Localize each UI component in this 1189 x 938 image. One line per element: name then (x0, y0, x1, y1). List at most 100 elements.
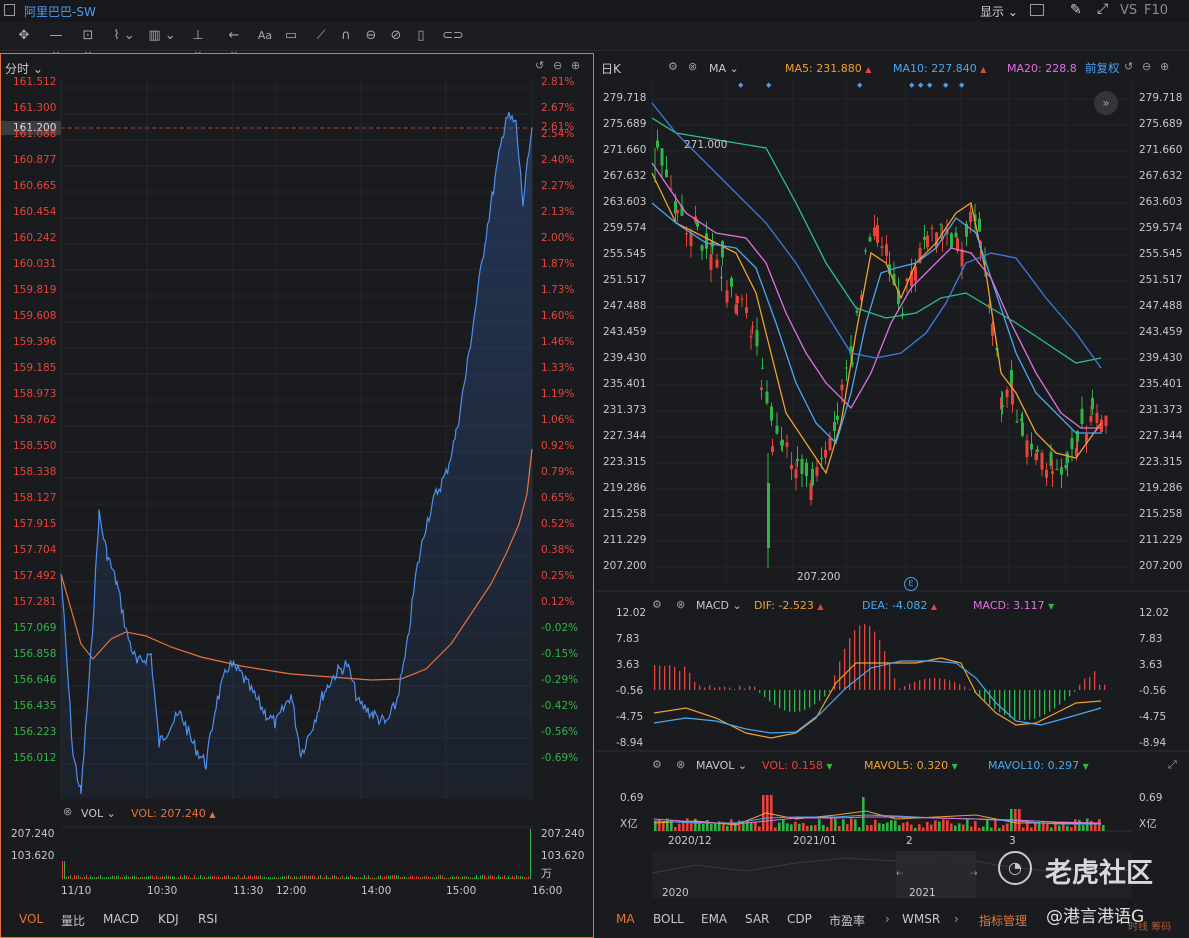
vol-close-icon[interactable]: ⊗ (63, 805, 72, 818)
kline-price-tick: 259.574 (1139, 222, 1183, 234)
tab-pe[interactable]: 市盈率 (829, 912, 865, 929)
macd-tick: -0.56 (1139, 685, 1167, 697)
percent-tick: 2.00% (541, 232, 575, 244)
layout-icon[interactable] (1030, 4, 1044, 16)
kline-price-tick: 227.344 (1139, 430, 1183, 442)
mavol-unit: X亿 (620, 818, 638, 830)
f10-button[interactable]: F10 (1144, 3, 1168, 18)
chevron-right-icon[interactable]: › (885, 912, 890, 926)
tab-rsi[interactable]: RSI (198, 912, 218, 926)
percent-tick: 2.67% (541, 102, 575, 114)
percent-tick: 2.40% (541, 154, 575, 166)
chevron-right-icon[interactable]: › (954, 912, 959, 926)
mavol-settings-icon[interactable]: ⚙ (652, 758, 662, 771)
kline-chart[interactable]: ◆ ◆ ◆ ◆ ◆ ◆ ◆ ◆ (596, 53, 1189, 938)
hide-icon[interactable]: ⊘ (388, 28, 404, 44)
ma-indicator-label[interactable]: MA ⌄ (709, 62, 739, 75)
tab-vol[interactable]: VOL (19, 912, 43, 926)
percent-tick: 2.13% (541, 206, 575, 218)
percent-tick: 0.52% (541, 518, 575, 530)
tab-ema[interactable]: EMA (701, 912, 727, 926)
text-icon[interactable]: Aa (256, 28, 274, 44)
mavol10-value: MAVOL10: 0.297 ▼ (988, 759, 1089, 772)
expand-icon[interactable]: ⤢ (1097, 1, 1108, 17)
rect-icon[interactable]: ⊡ ⌄ (76, 28, 100, 59)
kline-price-tick: 219.286 (1139, 482, 1183, 494)
macd-tick: 3.63 (1139, 659, 1163, 671)
mavol-tick: 0.69 (620, 792, 644, 804)
tab-ma[interactable]: MA (616, 912, 635, 926)
dif-value: DIF: -2.523 ▲ (754, 599, 824, 612)
kline-price-tick: 267.632 (603, 170, 647, 182)
arrow-icon[interactable]: ← ⌄ (222, 28, 246, 59)
macd-indicator-label[interactable]: MACD ⌄ (696, 599, 742, 612)
ma-settings-icon[interactable]: ⚙ (668, 60, 678, 73)
forward-icon[interactable]: » (1094, 91, 1118, 115)
tab-boll[interactable]: BOLL (653, 912, 684, 926)
mavol-unit-right: X亿 (1139, 818, 1157, 830)
percent-tick: 2.54% (541, 128, 575, 140)
trash-icon[interactable]: ▯ (413, 28, 429, 44)
percent-tick: 0.12% (541, 596, 575, 608)
overview-handle-left[interactable]: ⇠ (896, 869, 904, 879)
pen-icon[interactable]: ✎ (1070, 2, 1082, 18)
price-tick: 159.819 (13, 284, 57, 296)
kline-period[interactable]: 日K (601, 60, 621, 77)
comment-icon[interactable]: ▭ (283, 28, 299, 44)
mavol-indicator-label[interactable]: MAVOL ⌄ (696, 759, 747, 772)
title-bar: 阿里巴巴-SW 显示 ⌄ ✎ ⤢ VS F10 (0, 0, 1189, 22)
tab-sar[interactable]: SAR (745, 912, 769, 926)
macd-tick: 12.02 (616, 607, 647, 619)
ruler-icon[interactable]: ⊥ ⌄ (186, 28, 210, 59)
link-icon[interactable]: ⊂⊃ (442, 28, 464, 44)
tab-volume-ratio[interactable]: 量比 (61, 912, 85, 929)
kline-price-tick: 263.603 (1139, 196, 1183, 208)
stock-name[interactable]: 阿里巴巴-SW (24, 3, 96, 20)
svg-text:◆: ◆ (738, 81, 744, 89)
kline-price-tick: 263.603 (603, 196, 647, 208)
price-tick: 158.127 (13, 492, 57, 504)
fib-icon[interactable]: ▥ ⌄ (148, 28, 176, 44)
tab-cdp[interactable]: CDP (787, 912, 812, 926)
watermark-brand: 老虎社区 (1045, 858, 1153, 889)
adjust-button[interactable]: 前复权 (1085, 60, 1120, 76)
macd-value: MACD: 3.117 ▼ (973, 599, 1055, 612)
svg-text:◆: ◆ (766, 81, 772, 89)
line-icon[interactable]: — ⌄ (44, 28, 68, 59)
percent-tick: 1.33% (541, 362, 575, 374)
time-tick: 15:00 (446, 885, 477, 897)
indicator-manage-button[interactable]: 指标管理 (979, 912, 1027, 929)
percent-tick: 1.73% (541, 284, 575, 296)
intraday-chart[interactable] (1, 54, 593, 937)
magnet-icon[interactable]: ∩ (338, 28, 354, 44)
fullscreen-icon[interactable]: ⤢ (1168, 758, 1177, 772)
kline-price-tick: 211.229 (1139, 534, 1183, 546)
kline-panel: ◆ ◆ ◆ ◆ ◆ ◆ ◆ ◆ 日K ⚙ ⊗ MA ⌄ MA5: 231.880 ▲ MA10… (596, 53, 1189, 938)
plus-icon[interactable]: ⊕ (1160, 60, 1169, 73)
kline-price-tick: 271.660 (603, 144, 647, 156)
macd-close-icon[interactable]: ⊗ (676, 598, 685, 611)
wave-icon[interactable]: ⌇ ⌄ (112, 28, 136, 44)
eraser-icon[interactable]: ⟋ (313, 28, 329, 44)
percent-tick: 1.19% (541, 388, 575, 400)
display-menu[interactable]: 显示 ⌄ (980, 3, 1018, 20)
window-icon (4, 4, 15, 16)
vs-button[interactable]: VS (1120, 3, 1137, 18)
mavol-vol-value: VOL: 0.158 ▼ (762, 759, 833, 772)
macd-tick: -0.56 (616, 685, 644, 697)
minus-icon[interactable]: ⊖ (1142, 60, 1151, 73)
mavol5-value: MAVOL5: 0.320 ▼ (864, 759, 958, 772)
undo-icon[interactable]: ↺ (1124, 60, 1133, 73)
crosshair-icon[interactable]: ✥ (16, 28, 32, 44)
tab-wmsr[interactable]: WMSR (902, 912, 940, 926)
vol-indicator-label[interactable]: VOL ⌄ (81, 807, 116, 820)
ma-close-icon[interactable]: ⊗ (688, 60, 697, 73)
earnings-marker-icon[interactable]: E (904, 577, 918, 591)
tab-kdj[interactable]: KDJ (158, 912, 179, 926)
tab-macd[interactable]: MACD (103, 912, 139, 926)
mavol-close-icon[interactable]: ⊗ (676, 758, 685, 771)
svg-text:◆: ◆ (857, 81, 863, 89)
eye-icon[interactable]: ⊖ (363, 28, 379, 44)
macd-settings-icon[interactable]: ⚙ (652, 598, 662, 611)
overview-handle-right[interactable]: ⇢ (970, 869, 978, 879)
